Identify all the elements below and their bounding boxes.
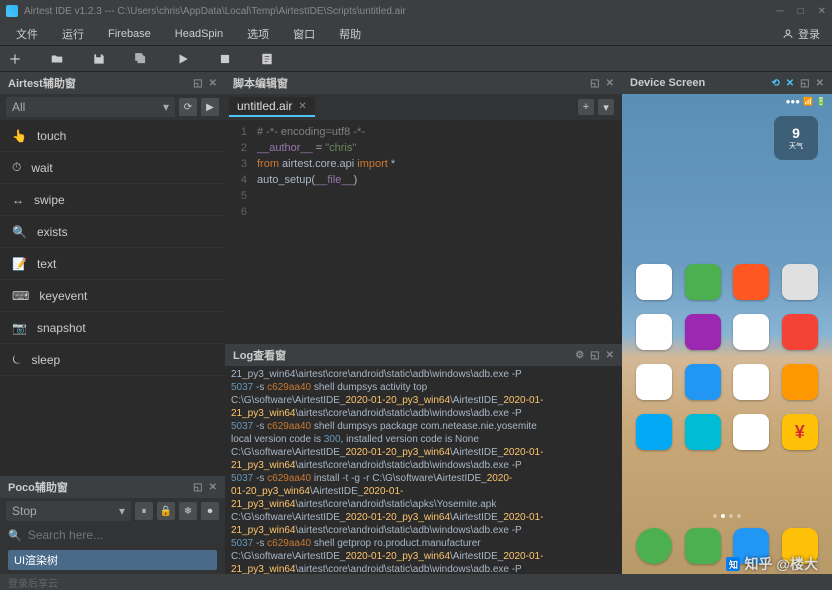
saveall-icon[interactable] (134, 52, 148, 66)
menu-firebase[interactable]: Firebase (96, 28, 163, 40)
record-button[interactable]: ▶ (201, 98, 219, 116)
app-icon[interactable] (636, 364, 672, 400)
filter-icon[interactable]: ⚙ (575, 350, 584, 361)
cmd-snapshot[interactable]: 📷snapshot (0, 312, 225, 344)
airtest-panel-title: Airtest辅助窗 (8, 75, 76, 91)
pause-button[interactable]: ⏸ (135, 502, 153, 520)
panel-close-icon[interactable]: ✕ (209, 482, 217, 493)
tab-close-icon[interactable]: ✕ (298, 101, 306, 112)
app-icon[interactable] (685, 414, 721, 450)
app-icon[interactable] (636, 314, 672, 350)
log-output[interactable]: 21_py3_win64\airtest\core\android\static… (225, 366, 622, 574)
app-icon[interactable] (733, 414, 769, 450)
cmd-sleep[interactable]: ⏾sleep (0, 344, 225, 376)
search-icon: 🔍 (8, 529, 22, 542)
dock-phone-icon[interactable] (636, 528, 672, 564)
cmd-exists[interactable]: 🔍exists (0, 216, 225, 248)
device-screen[interactable]: ●●●📶🔋 9天气 (622, 94, 832, 574)
close-button[interactable]: ✕ (818, 6, 826, 17)
app-logo (6, 5, 18, 17)
snapshot-icon: 📷 (12, 321, 27, 335)
code-editor[interactable]: # -*- encoding=utf8 -*-__author__ = "chr… (253, 120, 622, 344)
report-icon[interactable] (260, 52, 274, 66)
window-title: Airtest IDE v1.2.3 --- C:\Users\chris\Ap… (24, 6, 406, 17)
cmd-text[interactable]: 📝text (0, 248, 225, 280)
panel-undock-icon[interactable]: ◱ (590, 350, 599, 361)
touch-icon: 👆 (12, 129, 27, 143)
app-icon[interactable] (685, 314, 721, 350)
chevron-down-icon: ▾ (119, 504, 125, 518)
cmd-swipe[interactable]: ↔swipe (0, 184, 225, 216)
app-icon[interactable]: ¥ (782, 414, 818, 450)
stop-icon[interactable] (218, 52, 232, 66)
minimize-button[interactable]: ─ (776, 6, 783, 17)
cmd-touch[interactable]: 👆touch (0, 120, 225, 152)
freeze-button[interactable]: ❄ (179, 502, 197, 520)
text-icon: 📝 (12, 257, 27, 271)
menu-window[interactable]: 窗口 (281, 26, 327, 42)
footer-text: 登录后享云 (8, 575, 58, 590)
weather-widget: 9天气 (774, 116, 818, 160)
airtest-selector[interactable]: All▾ (6, 97, 175, 117)
app-icon[interactable] (636, 414, 672, 450)
run-icon[interactable] (176, 52, 190, 66)
panel-undock-icon[interactable]: ◱ (193, 482, 202, 493)
keyevent-icon: ⌨ (12, 289, 29, 303)
panel-close-icon[interactable]: ✕ (606, 78, 614, 89)
poco-selector[interactable]: Stop▾ (6, 501, 131, 521)
device-panel-title: Device Screen (630, 77, 705, 89)
panel-undock-icon[interactable]: ◱ (193, 78, 202, 89)
app-icon[interactable] (733, 264, 769, 300)
poco-search-input[interactable] (28, 528, 217, 542)
lock-button[interactable]: 🔒 (157, 502, 175, 520)
app-icon[interactable] (782, 364, 818, 400)
login-button[interactable]: 登录 (774, 26, 828, 42)
app-icon[interactable] (733, 364, 769, 400)
add-tab-button[interactable]: + (578, 99, 594, 115)
user-icon (782, 28, 794, 40)
panel-close-icon[interactable]: ✕ (606, 350, 614, 361)
app-icon[interactable] (685, 264, 721, 300)
dock-sms-icon[interactable] (685, 528, 721, 564)
wait-icon: ⏱ (12, 160, 21, 175)
panel-undock-icon[interactable]: ◱ (590, 78, 599, 89)
swipe-icon: ↔ (12, 193, 24, 207)
editor-panel-title: 脚本编辑窗 (233, 75, 288, 91)
app-icon[interactable] (733, 314, 769, 350)
refresh-button[interactable]: ⟳ (179, 98, 197, 116)
chevron-down-icon: ▾ (163, 100, 169, 114)
watermark: 知知乎 @楼大 (726, 554, 818, 574)
log-panel-title: Log查看窗 (233, 347, 286, 363)
app-icon[interactable] (782, 264, 818, 300)
rotate-icon[interactable]: ⟲ (771, 78, 779, 89)
app-icon[interactable] (636, 264, 672, 300)
editor-tab[interactable]: untitled.air ✕ (229, 97, 315, 117)
cmd-keyevent[interactable]: ⌨keyevent (0, 280, 225, 312)
exists-icon: 🔍 (12, 225, 27, 239)
menu-run[interactable]: 运行 (50, 26, 96, 42)
sleep-icon: ⏾ (12, 352, 22, 367)
panel-close-icon[interactable]: ✕ (816, 78, 824, 89)
menu-options[interactable]: 选项 (235, 26, 281, 42)
app-icon[interactable] (685, 364, 721, 400)
menu-help[interactable]: 帮助 (327, 26, 373, 42)
panel-undock-icon[interactable]: ◱ (800, 78, 809, 89)
poco-panel-title: Poco辅助窗 (8, 479, 68, 495)
maximize-button[interactable]: □ (798, 6, 804, 17)
device-statusbar: ●●●📶🔋 (622, 94, 832, 108)
tools-icon[interactable]: ✕ (786, 78, 794, 89)
tree-root[interactable]: UI渲染树 (8, 550, 217, 570)
menu-headspin[interactable]: HeadSpin (163, 28, 235, 40)
tab-menu-button[interactable]: ▾ (598, 99, 614, 115)
cmd-wait[interactable]: ⏱wait (0, 152, 225, 184)
app-icon[interactable] (782, 314, 818, 350)
panel-close-icon[interactable]: ✕ (209, 78, 217, 89)
record-button[interactable]: ⏺ (201, 502, 219, 520)
menu-file[interactable]: 文件 (4, 26, 50, 42)
open-icon[interactable] (50, 52, 64, 66)
save-icon[interactable] (92, 52, 106, 66)
new-icon[interactable] (8, 52, 22, 66)
